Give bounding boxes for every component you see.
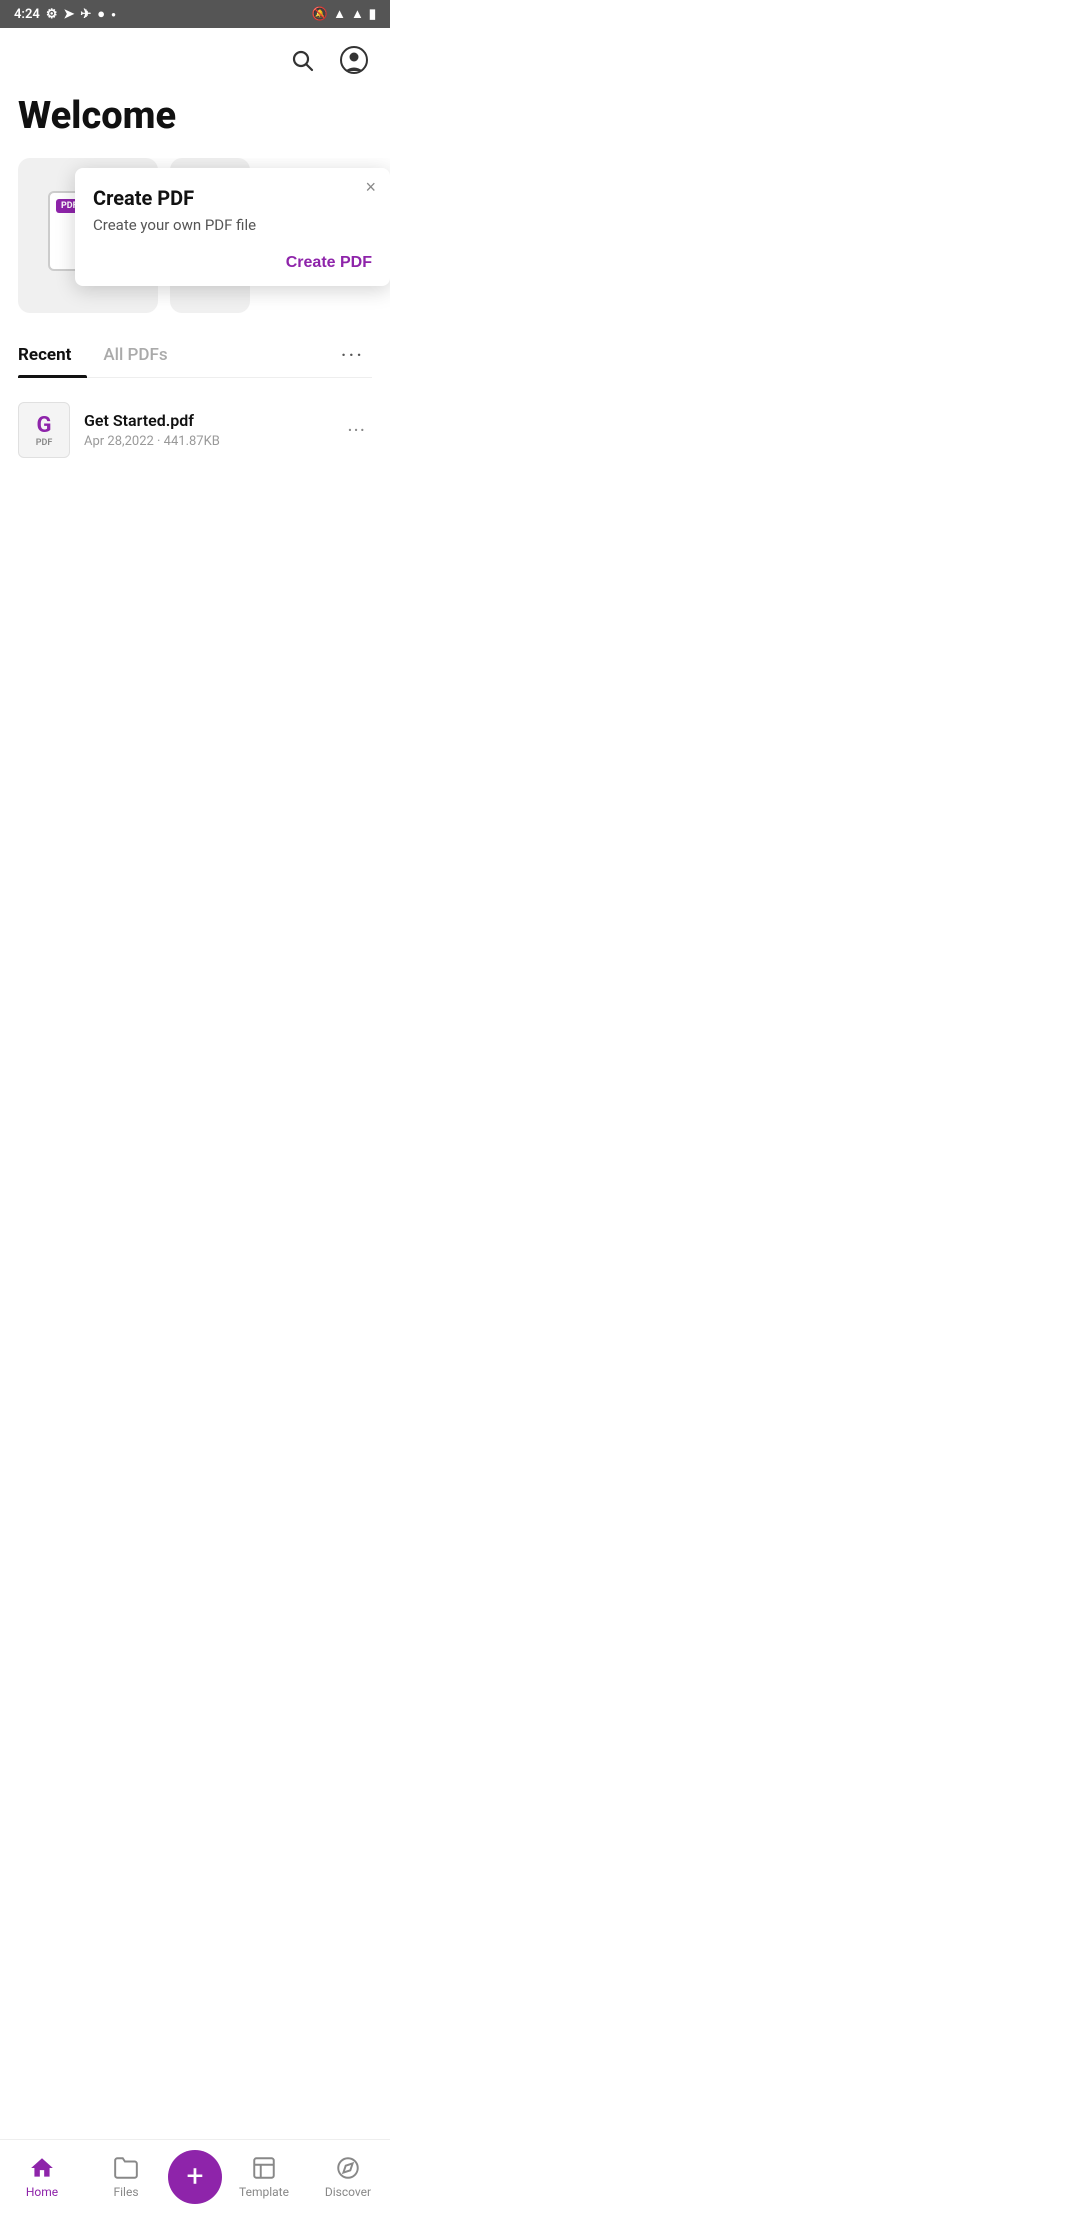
cards-row: PDF + × Create PDF Create your own PDF f… bbox=[0, 158, 390, 313]
search-button[interactable] bbox=[284, 42, 320, 78]
file-info: Get Started.pdf Apr 28,2022 · 441.87KB bbox=[84, 411, 327, 449]
tooltip-title: Create PDF bbox=[93, 186, 372, 210]
welcome-section: Welcome bbox=[0, 84, 390, 158]
bottom-nav: Home Files + Template Discover bbox=[0, 2139, 390, 2220]
file-more-button[interactable]: ··· bbox=[341, 412, 372, 448]
status-bar: 4:24 ⚙ ➤ ✈ ● ● 🔕 ▲ ▲ ▮ bbox=[0, 0, 390, 28]
nav-home[interactable]: Home bbox=[0, 2155, 84, 2199]
table-row[interactable]: G PDF Get Started.pdf Apr 28,2022 · 441.… bbox=[18, 388, 372, 472]
dot-icon: ● bbox=[111, 10, 116, 19]
nav-template[interactable]: Template bbox=[222, 2155, 306, 2199]
account-icon bbox=[340, 46, 368, 74]
tabs-list: Recent All PDFs bbox=[18, 335, 184, 377]
welcome-title: Welcome bbox=[18, 94, 372, 138]
template-icon bbox=[251, 2155, 277, 2181]
nav-files[interactable]: Files bbox=[84, 2155, 168, 2199]
gear-icon: ⚙ bbox=[46, 7, 58, 22]
tab-recent[interactable]: Recent bbox=[18, 335, 87, 377]
tooltip-description: Create your own PDF file bbox=[93, 216, 372, 234]
tabs-header: Recent All PDFs ··· bbox=[18, 335, 372, 378]
profile-button[interactable] bbox=[336, 42, 372, 78]
add-icon: + bbox=[186, 2162, 203, 2192]
tab-all-pdfs[interactable]: All PDFs bbox=[87, 335, 183, 377]
file-thumb-letter: G bbox=[37, 413, 52, 438]
whatsapp-icon: ● bbox=[97, 6, 105, 22]
status-right: 🔕 ▲ ▲ ▮ bbox=[312, 6, 376, 22]
bell-slash-icon: 🔕 bbox=[312, 7, 328, 22]
tooltip-action-area: Create PDF bbox=[93, 254, 372, 272]
nav-home-label: Home bbox=[26, 2185, 58, 2199]
signal-icon: ▲ bbox=[351, 6, 364, 22]
header bbox=[0, 28, 390, 84]
tabs-more-button[interactable]: ··· bbox=[333, 340, 372, 373]
file-meta: Apr 28,2022 · 441.87KB bbox=[84, 434, 327, 449]
create-pdf-action-button[interactable]: Create PDF bbox=[286, 254, 372, 272]
file-thumbnail: G PDF bbox=[18, 402, 70, 458]
nav-add-button[interactable]: + bbox=[168, 2150, 222, 2204]
tabs-section: Recent All PDFs ··· bbox=[0, 313, 390, 378]
files-icon bbox=[113, 2155, 139, 2181]
create-pdf-tooltip: × Create PDF Create your own PDF file Cr… bbox=[75, 168, 390, 286]
wifi-icon: ▲ bbox=[333, 6, 346, 22]
send-slash-icon: ✈ bbox=[80, 7, 91, 22]
nav-template-label: Template bbox=[239, 2185, 289, 2199]
discover-icon bbox=[335, 2155, 361, 2181]
tooltip-close-button[interactable]: × bbox=[365, 178, 376, 196]
nav-discover[interactable]: Discover bbox=[306, 2155, 390, 2199]
nav-files-label: Files bbox=[113, 2185, 138, 2199]
status-left: 4:24 ⚙ ➤ ✈ ● ● bbox=[14, 6, 116, 22]
nav-discover-label: Discover bbox=[325, 2185, 371, 2199]
send-icon: ➤ bbox=[63, 7, 74, 22]
file-thumb-type: PDF bbox=[36, 438, 53, 448]
home-icon bbox=[29, 2155, 55, 2181]
search-icon bbox=[290, 48, 314, 72]
status-time: 4:24 bbox=[14, 7, 40, 22]
file-name: Get Started.pdf bbox=[84, 411, 327, 430]
battery-icon: ▮ bbox=[369, 7, 376, 22]
file-list: G PDF Get Started.pdf Apr 28,2022 · 441.… bbox=[0, 378, 390, 482]
